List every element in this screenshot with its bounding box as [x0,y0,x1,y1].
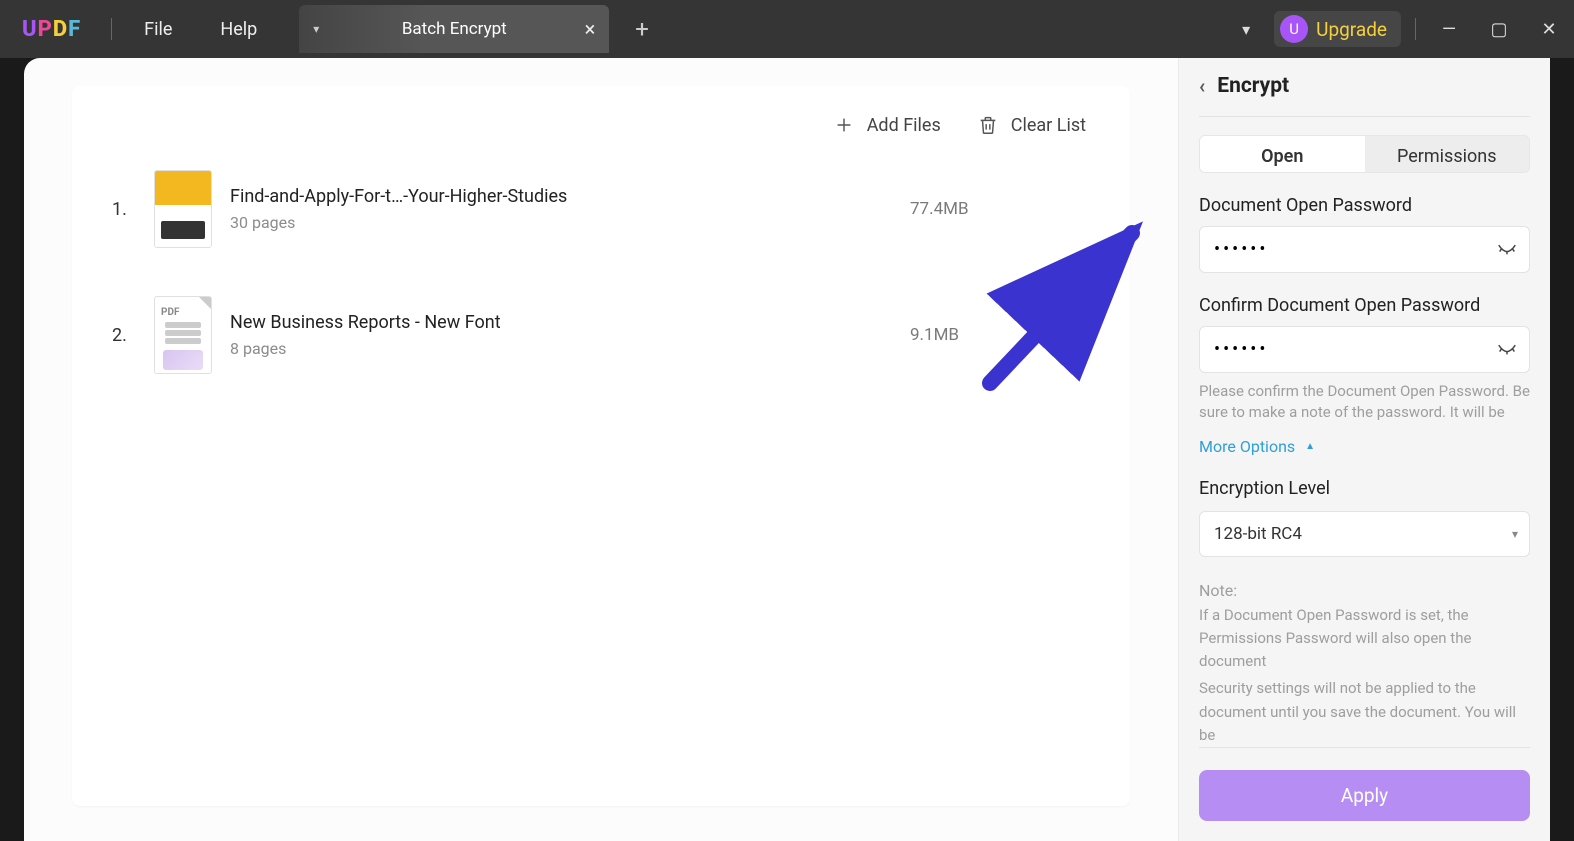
clear-list-button[interactable]: Clear List [977,114,1086,136]
open-password-input[interactable] [1199,226,1530,273]
apply-bar: Apply [1199,747,1530,825]
chevron-up-icon: ▲ [1305,441,1315,452]
file-pages: 8 pages [230,339,892,358]
show-password-icon[interactable] [1496,336,1518,362]
file-info: New Business Reports - New Font 8 pages [230,312,892,358]
divider [111,18,112,40]
file-title: Find-and-Apply-For-t…-Your-Higher-Studie… [230,186,892,207]
file-list-panel: Add Files Clear List 1. Find-and-Apply-F… [72,86,1130,806]
close-tab-icon[interactable]: × [585,19,596,39]
file-thumbnail: PDF [154,296,212,374]
user-avatar: U [1280,15,1308,43]
menu-help[interactable]: Help [196,19,281,40]
confirm-password-hint: Please confirm the Document Open Passwor… [1199,381,1530,423]
panel-toolbar: Add Files Clear List [72,86,1130,146]
tab-open[interactable]: Open [1200,136,1365,172]
confirm-password-input[interactable] [1199,326,1530,373]
open-permissions-tabs: Open Permissions [1199,135,1530,173]
window-close[interactable]: ✕ [1524,19,1574,40]
file-row[interactable]: 1. Find-and-Apply-For-t…-Your-Higher-Stu… [72,146,1130,272]
file-pages: 30 pages [230,213,892,232]
upgrade-button[interactable]: U Upgrade [1274,11,1401,47]
file-size: 77.4MB [910,199,1090,219]
note-text: Security settings will not be applied to… [1199,677,1530,747]
note-text: If a Document Open Password is set, the … [1199,604,1530,674]
more-options-toggle[interactable]: More Options ▲ [1199,437,1530,456]
open-password-label: Document Open Password [1199,195,1530,216]
apply-button[interactable]: Apply [1199,770,1530,821]
more-options-label: More Options [1199,437,1295,456]
file-info: Find-and-Apply-For-t…-Your-Higher-Studie… [230,186,892,232]
menu-file[interactable]: File [120,19,196,40]
row-number: 1. [112,199,136,220]
file-size: 9.1MB [910,325,1090,345]
add-files-button[interactable]: Add Files [833,114,941,136]
show-password-icon[interactable] [1496,236,1518,262]
row-number: 2. [112,325,136,346]
add-files-label: Add Files [867,115,941,136]
new-tab-button[interactable]: + [609,15,675,43]
file-row[interactable]: 2. PDF New Business Reports - New Font 8… [72,272,1130,398]
clear-list-label: Clear List [1011,115,1086,136]
encryption-level-label: Encryption Level [1199,478,1530,499]
plus-icon [833,114,855,136]
tab-title: Batch Encrypt [299,19,609,39]
divider [1415,18,1416,40]
active-tab[interactable]: ▾ Batch Encrypt × [299,5,609,53]
upgrade-label: Upgrade [1316,18,1387,41]
file-title: New Business Reports - New Font [230,312,892,333]
content-area: Add Files Clear List 1. Find-and-Apply-F… [24,58,1550,841]
titlebar: UPDF File Help ▾ Batch Encrypt × + ▾ U U… [0,0,1574,58]
trash-icon [977,114,999,136]
confirm-password-label: Confirm Document Open Password [1199,295,1530,316]
encryption-level-select[interactable]: 128-bit RC4 [1199,511,1530,557]
note-heading: Note: [1199,581,1530,600]
file-thumbnail [154,170,212,248]
window-maximize[interactable]: ▢ [1474,19,1524,40]
side-panel-header: ‹ Encrypt [1199,74,1530,117]
app-logo: UPDF [0,17,103,42]
chevron-down-icon[interactable]: ▾ [1224,20,1268,39]
side-panel-title: Encrypt [1217,74,1289,98]
encrypt-side-panel: ‹ Encrypt Open Permissions Document Open… [1178,58,1550,841]
back-icon[interactable]: ‹ [1199,74,1205,98]
tab-permissions[interactable]: Permissions [1365,136,1530,172]
window-minimize[interactable]: — [1424,19,1474,40]
main-panel: Add Files Clear List 1. Find-and-Apply-F… [24,58,1178,841]
